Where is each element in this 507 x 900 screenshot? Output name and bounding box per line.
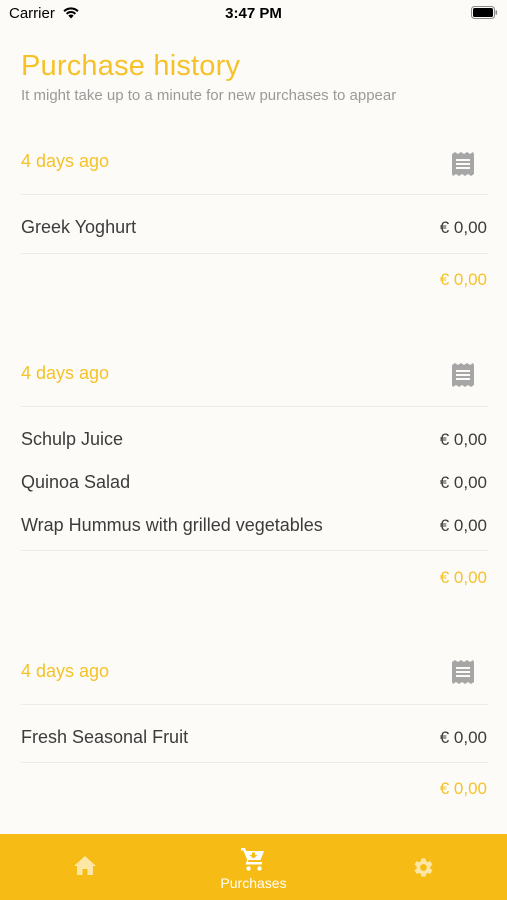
tab-bar: Purchases	[0, 834, 507, 900]
receipt-icon[interactable]	[451, 362, 475, 388]
page-title: Purchase history	[21, 50, 241, 82]
divider	[21, 406, 488, 407]
purchase-item-price: € 0,00	[439, 473, 487, 492]
purchase-item-price: € 0,00	[439, 516, 487, 535]
receipt-icon[interactable]	[451, 659, 475, 685]
cart-icon	[241, 848, 264, 871]
receipt-icon[interactable]	[451, 151, 475, 177]
battery-icon	[471, 6, 498, 19]
purchase-date: 4 days ago	[21, 363, 110, 383]
status-bar: Carrier 3:47 PM	[0, 0, 507, 28]
purchase-date: 4 days ago	[21, 661, 110, 681]
purchase-item-name: Quinoa Salad	[21, 472, 131, 492]
divider	[21, 194, 488, 195]
clock: 3:47 PM	[225, 5, 282, 22]
purchase-item-price: € 0,00	[439, 218, 487, 237]
purchase-total: € 0,00	[439, 270, 487, 289]
purchase-item-name: Fresh Seasonal Fruit	[21, 727, 189, 747]
purchase-item-name: Schulp Juice	[21, 429, 124, 449]
tab-home[interactable]	[0, 834, 169, 900]
purchase-total: € 0,00	[439, 568, 487, 587]
divider	[21, 550, 488, 551]
purchase-item-price: € 0,00	[439, 728, 487, 747]
divider	[21, 253, 488, 254]
tab-purchases-label: Purchases	[220, 875, 287, 891]
gear-icon	[414, 858, 433, 877]
page-subtitle: It might take up to a minute for new pur…	[21, 87, 397, 104]
purchase-item-price: € 0,00	[439, 430, 487, 449]
home-icon	[74, 856, 96, 875]
purchase-date: 4 days ago	[21, 151, 110, 171]
divider	[21, 704, 488, 705]
purchase-total: € 0,00	[439, 779, 487, 798]
purchase-item-name: Wrap Hummus with grilled vegetables	[21, 515, 323, 535]
divider	[21, 762, 488, 763]
tab-settings[interactable]	[338, 834, 507, 900]
purchase-item-name: Greek Yoghurt	[21, 217, 137, 237]
tab-purchases[interactable]: Purchases	[169, 834, 338, 900]
